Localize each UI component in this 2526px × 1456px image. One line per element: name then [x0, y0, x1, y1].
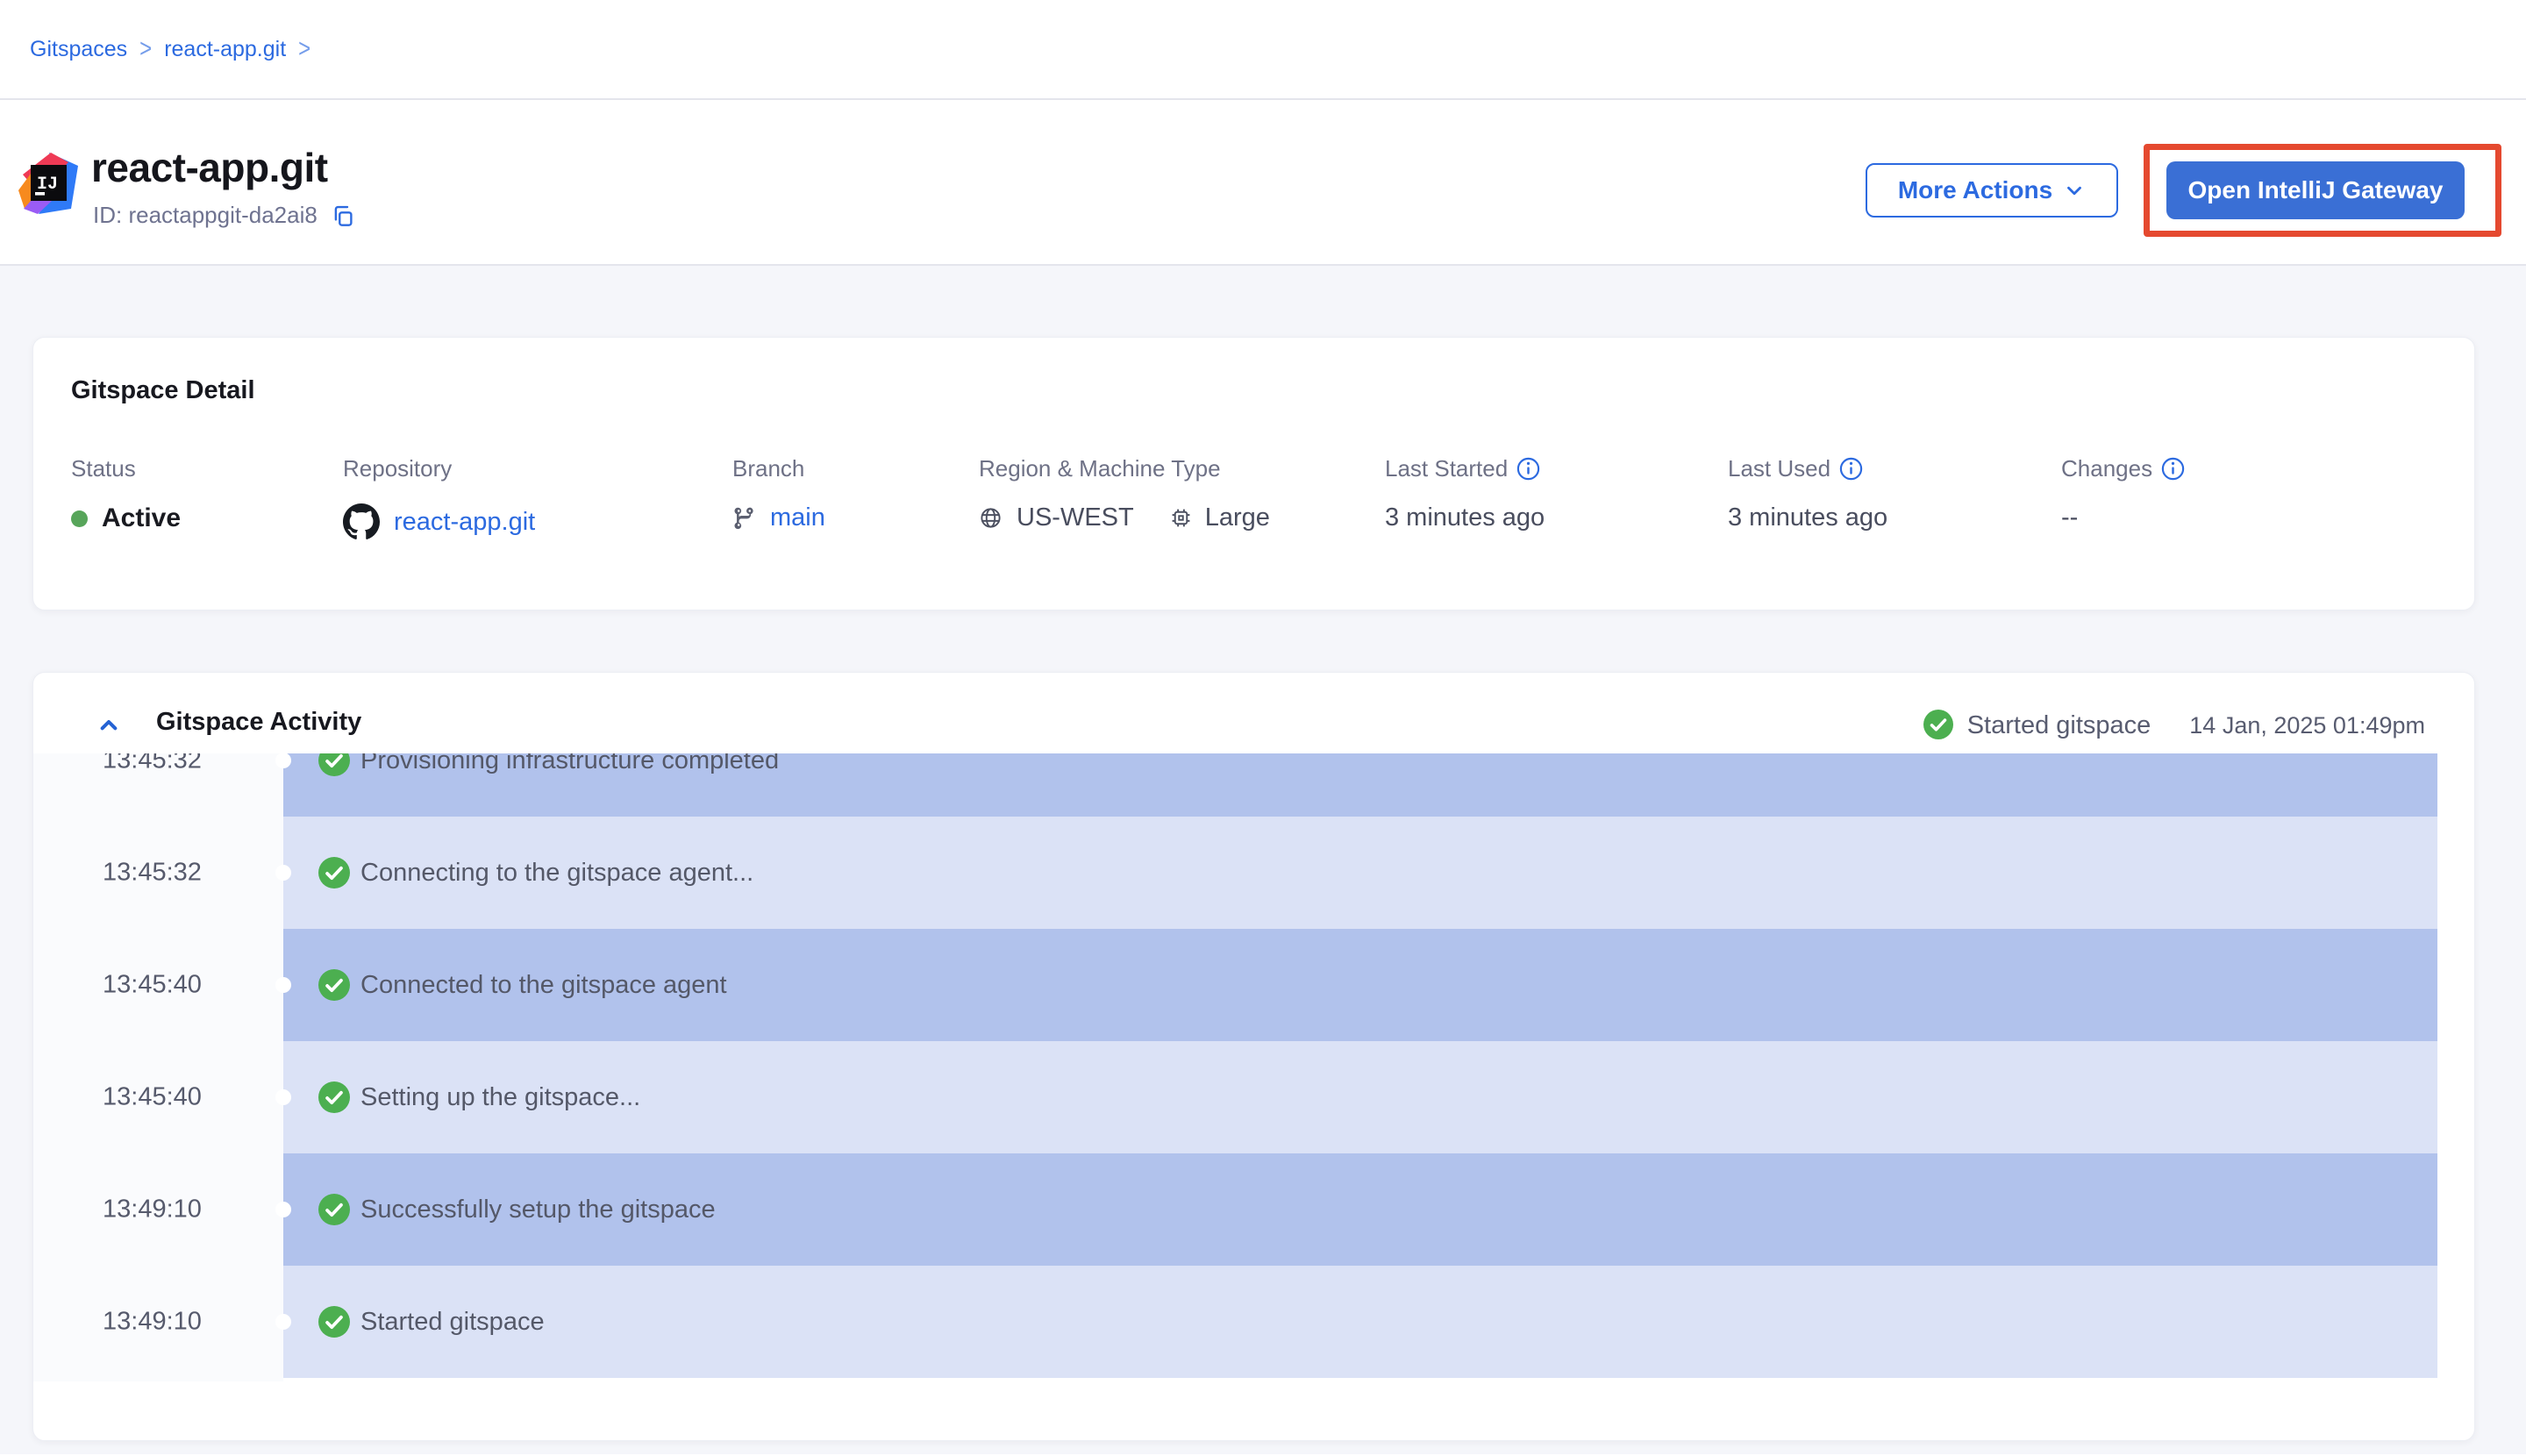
breadcrumb-separator: >: [298, 34, 310, 65]
activity-card-title: Gitspace Activity: [156, 708, 361, 737]
gitspace-activity-card: Gitspace Activity Started gitspace 14 Ja…: [32, 672, 2475, 1441]
branch-label: Branch: [732, 455, 825, 482]
activity-log-scroll[interactable]: 13:45:32 Provisioning infrastructure comp…: [33, 753, 2474, 1381]
activity-row-message: Started gitspace: [360, 1308, 545, 1337]
timeline-dot: [275, 865, 291, 881]
open-intellij-gateway-button[interactable]: Open IntelliJ Gateway: [2166, 161, 2465, 219]
last-started-label: Last Started: [1385, 455, 1508, 482]
field-branch: Branch main: [732, 455, 825, 532]
status-label: Status: [71, 455, 181, 482]
activity-row-message: Successfully setup the gitspace: [360, 1195, 716, 1224]
activity-row-time: 13:45:40: [103, 971, 202, 1000]
page-title: react-app.git: [91, 144, 328, 191]
gitspace-id-row: ID: reactappgit-da2ai8: [93, 202, 356, 229]
field-last-started: Last Started 3 minutes ago: [1385, 455, 1545, 532]
activity-row-time: 13:45:32: [103, 753, 202, 775]
activity-row-stripe: Setting up the gitspace...: [283, 1041, 2437, 1153]
more-actions-label: More Actions: [1898, 176, 2052, 204]
timeline-dot: [275, 1202, 291, 1217]
activity-row-message: Setting up the gitspace...: [360, 1083, 640, 1112]
field-changes: Changes --: [2061, 455, 2185, 532]
github-icon: [343, 503, 380, 540]
success-check-icon: [318, 969, 350, 1001]
activity-row-stripe: Connected to the gitspace agent: [283, 929, 2437, 1041]
breadcrumb-separator: >: [139, 34, 152, 65]
chevron-down-icon: [2063, 179, 2086, 202]
activity-row: 13:49:10 Successfully setup the gitspace: [33, 1153, 2474, 1266]
activity-status-time: 14 Jan, 2025 01:49pm: [2189, 712, 2425, 739]
success-check-icon: [318, 1081, 350, 1113]
success-check-icon: [318, 753, 350, 776]
timeline-dot: [275, 977, 291, 993]
last-started-value: 3 minutes ago: [1385, 503, 1545, 532]
activity-log-rows: 13:45:32 Provisioning infrastructure comp…: [33, 753, 2474, 1378]
machine-type-value: Large: [1205, 503, 1270, 532]
timeline-dot: [275, 1089, 291, 1105]
activity-row: 13:45:40 Connected to the gitspace agent: [33, 929, 2474, 1041]
last-used-value: 3 minutes ago: [1728, 503, 1887, 532]
page-header: IJ react-app.git ID: reactappgit-da2ai8 …: [0, 100, 2526, 266]
info-icon[interactable]: [1839, 457, 1863, 481]
breadcrumb-link-gitspaces[interactable]: Gitspaces: [30, 37, 127, 62]
activity-row: 13:45:32 Connecting to the gitspace agent…: [33, 817, 2474, 929]
activity-row-stripe: Connecting to the gitspace agent...: [283, 817, 2437, 929]
breadcrumb: Gitspaces > react-app.git >: [30, 37, 310, 62]
detail-card-title: Gitspace Detail: [71, 376, 255, 405]
repository-link[interactable]: react-app.git: [394, 508, 535, 537]
intellij-idea-icon: IJ: [18, 151, 79, 216]
activity-status-row: Started gitspace 14 Jan, 2025 01:49pm: [1923, 710, 2425, 741]
region-value: US-WEST: [1017, 503, 1134, 532]
globe-icon: [979, 506, 1003, 530]
activity-row-message: Connecting to the gitspace agent...: [360, 859, 753, 888]
activity-row-stripe: Successfully setup the gitspace: [283, 1153, 2437, 1266]
activity-row-message: Provisioning infrastructure completed: [360, 753, 779, 775]
page-content: Gitspace Detail Status Active Repository…: [0, 266, 2526, 1454]
activity-row: 13:49:10 Started gitspace: [33, 1266, 2474, 1378]
activity-row-stripe: Started gitspace: [283, 1266, 2437, 1378]
svg-text:IJ: IJ: [37, 175, 58, 195]
activity-row-stripe: Provisioning infrastructure completed: [283, 753, 2437, 817]
more-actions-button[interactable]: More Actions: [1866, 163, 2118, 218]
breadcrumb-bar: Gitspaces > react-app.git >: [0, 0, 2526, 100]
activity-row-message: Connected to the gitspace agent: [360, 971, 727, 1000]
success-check-icon: [318, 857, 350, 889]
branch-link[interactable]: main: [770, 503, 825, 532]
chip-icon: [1169, 506, 1193, 530]
changes-value: --: [2061, 503, 2185, 532]
info-icon[interactable]: [1516, 457, 1540, 481]
success-check-icon: [1923, 710, 1955, 741]
success-check-icon: [318, 1306, 350, 1338]
activity-status-badge: Started gitspace: [1923, 710, 2151, 741]
breadcrumb-link-current[interactable]: react-app.git: [164, 37, 286, 62]
status-value: Active: [102, 503, 181, 533]
activity-row-time: 13:45:32: [103, 859, 202, 888]
info-icon[interactable]: [2161, 457, 2185, 481]
region-machine-label: Region & Machine Type: [979, 455, 1270, 482]
activity-row-time: 13:45:40: [103, 1083, 202, 1112]
chevron-up-icon[interactable]: [95, 711, 123, 739]
activity-row-time: 13:49:10: [103, 1308, 202, 1337]
field-region-machine: Region & Machine Type US-WEST: [979, 455, 1270, 532]
success-check-icon: [318, 1194, 350, 1225]
activity-row-time: 13:49:10: [103, 1195, 202, 1224]
field-repository: Repository react-app.git: [343, 455, 535, 540]
gitspace-id-text: ID: reactappgit-da2ai8: [93, 202, 318, 229]
timeline-dot: [275, 1314, 291, 1330]
last-used-label: Last Used: [1728, 455, 1830, 482]
field-last-used: Last Used 3 minutes ago: [1728, 455, 1887, 532]
git-branch-icon: [732, 506, 756, 530]
repository-label: Repository: [343, 455, 535, 482]
status-active-dot: [71, 510, 88, 527]
activity-row: 13:45:32 Provisioning infrastructure comp…: [33, 753, 2474, 817]
copy-icon[interactable]: [330, 203, 356, 229]
gitspace-detail-card: Gitspace Detail Status Active Repository…: [32, 337, 2475, 610]
activity-status-label: Started gitspace: [1967, 711, 2151, 740]
activity-row: 13:45:40 Setting up the gitspace...: [33, 1041, 2474, 1153]
field-status: Status Active: [71, 455, 181, 533]
changes-label: Changes: [2061, 455, 2152, 482]
